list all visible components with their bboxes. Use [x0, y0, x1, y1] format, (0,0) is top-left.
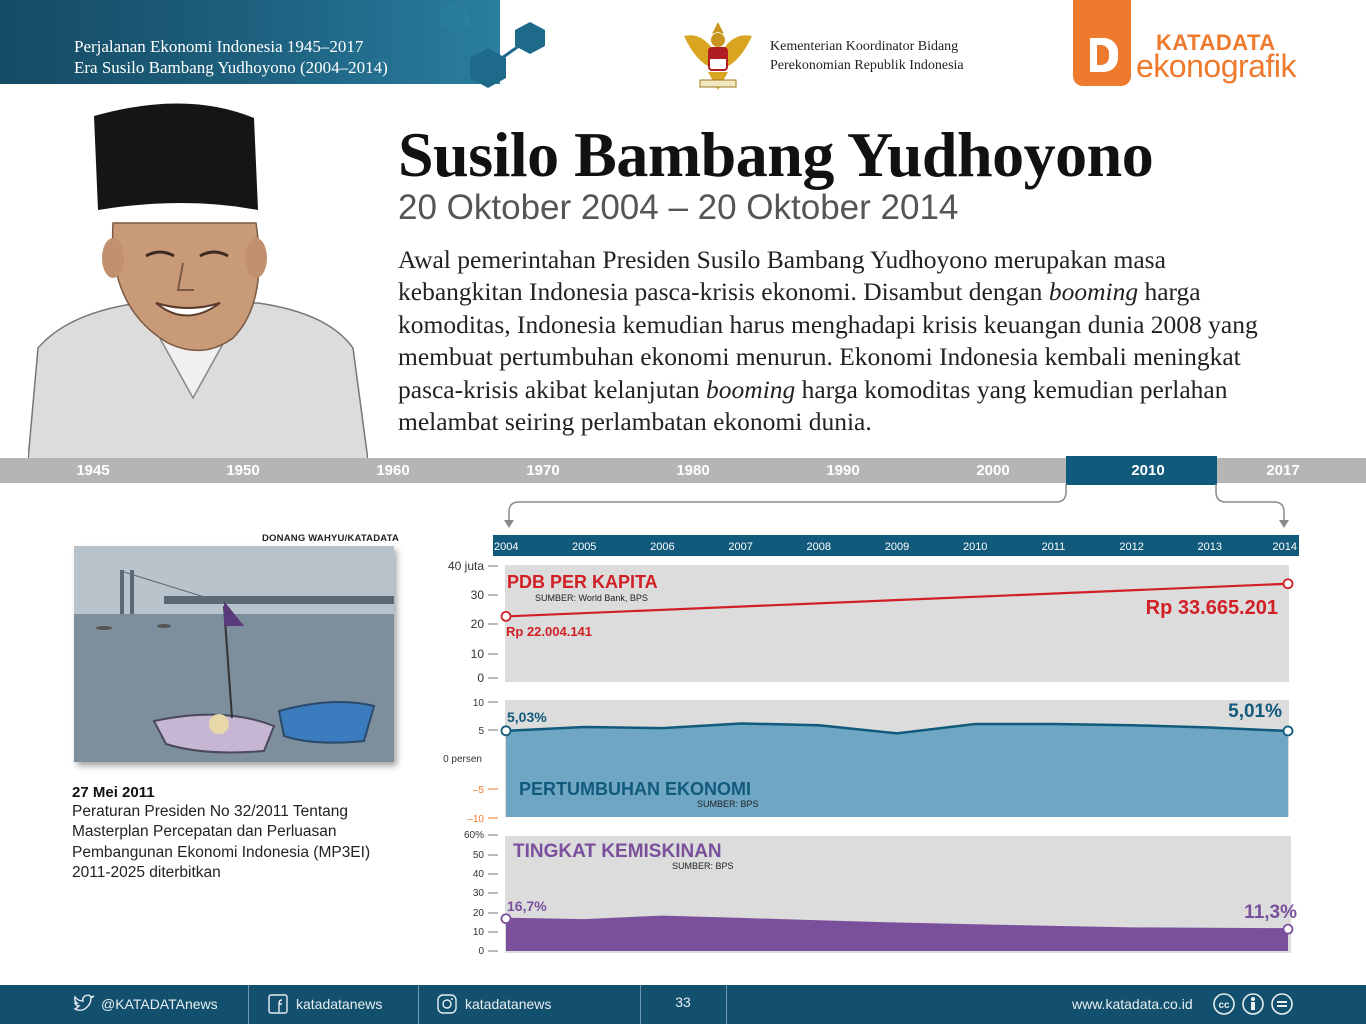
- y-tick: –10: [467, 814, 484, 825]
- twitter-handle[interactable]: @KATADATAnews: [101, 996, 218, 1012]
- creative-commons-icon: cc: [1213, 993, 1293, 1015]
- y-tick: 30: [473, 888, 485, 899]
- president-portrait: [28, 103, 368, 460]
- poverty-chart-source: SUMBER: BPS: [672, 861, 734, 871]
- year-axis-label: 2010: [963, 541, 987, 553]
- poverty-point-start: [500, 913, 512, 925]
- growth-chart-source: SUMBER: BPS: [697, 799, 759, 809]
- year-axis-label: 2008: [807, 541, 831, 553]
- year-axis-label: 2005: [572, 541, 596, 553]
- y-tick: 10: [473, 927, 485, 938]
- facebook-icon[interactable]: [268, 994, 288, 1014]
- twitter-icon[interactable]: [73, 994, 95, 1014]
- page-number: 33: [675, 994, 691, 1010]
- y-tick: 0 persen: [443, 754, 482, 765]
- y-tick: 10: [473, 698, 485, 709]
- economy-charts: 2004 2005 2006 2007 2008 2009 2010 2011 2012 2013…: [443, 535, 1299, 957]
- growth-point-end: [1282, 725, 1294, 737]
- footer-divider: [418, 985, 419, 1024]
- poverty-point-end: [1282, 923, 1294, 935]
- y-tick: 30: [471, 588, 485, 602]
- instagram-icon[interactable]: [437, 994, 457, 1014]
- timeline-year[interactable]: 1960: [353, 458, 433, 483]
- pdb-start-label: Rp 22.004.141: [506, 624, 592, 639]
- pdb-end-label: Rp 33.665.201: [1146, 597, 1278, 619]
- y-tick: –5: [473, 785, 485, 796]
- page-title: Susilo Bambang Yudhoyono: [398, 119, 1154, 190]
- hexagon-decoration: [440, 2, 545, 88]
- svg-text:cc: cc: [1218, 1000, 1230, 1011]
- pdb-point-start: [500, 610, 512, 622]
- term-dates: 20 Oktober 2004 – 20 Oktober 2014: [398, 188, 959, 227]
- series-title: Perjalanan Ekonomi Indonesia 1945–2017: [74, 37, 364, 56]
- year-axis-label: 2012: [1119, 541, 1143, 553]
- facebook-handle[interactable]: katadatanews: [296, 996, 382, 1012]
- year-axis-label: 2011: [1042, 541, 1066, 553]
- series-subtitle: Era Susilo Bambang Yudhoyono (2004–2014): [74, 58, 388, 77]
- photo-credit: DONANG WAHYU/KATADATA: [262, 533, 400, 544]
- y-tick: 0: [477, 671, 484, 685]
- y-tick: 20: [473, 908, 485, 919]
- event-description: Peraturan Presiden No 32/2011 Tentang Ma…: [72, 803, 371, 881]
- timeline-year[interactable]: 1945: [53, 458, 133, 483]
- bridge-photo: [74, 546, 394, 762]
- growth-point-start: [500, 725, 512, 737]
- intro-paragraph: Awal pemerintahan Presiden Susilo Bamban…: [398, 245, 1258, 437]
- y-tick: 10: [471, 647, 485, 661]
- pdb-chart-source: SUMBER: World Bank, BPS: [535, 593, 648, 603]
- year-axis-label: 2007: [728, 541, 752, 553]
- y-tick: 0: [478, 946, 484, 957]
- event-date: 27 Mei 2011: [72, 784, 155, 801]
- year-axis-label: 2009: [885, 541, 909, 553]
- y-tick: 40 juta: [448, 559, 484, 573]
- year-axis-label: 2004: [494, 541, 518, 553]
- y-tick: 50: [473, 850, 485, 861]
- timeline-connector-arrows: [504, 484, 1289, 528]
- timeline-year[interactable]: 1950: [203, 458, 283, 483]
- instagram-handle[interactable]: katadatanews: [465, 996, 551, 1012]
- pdb-chart-title: PDB PER KAPITA: [507, 572, 658, 592]
- year-axis-label: 2006: [650, 541, 674, 553]
- ministry-name-line2: Perekonomian Republik Indonesia: [770, 58, 964, 73]
- y-tick: 60%: [464, 830, 484, 841]
- growth-end-label: 5,01%: [1228, 701, 1282, 722]
- growth-start-label: 5,03%: [507, 709, 547, 725]
- poverty-start-label: 16,7%: [507, 898, 547, 914]
- growth-chart-title: PERTUMBUHAN EKONOMI: [519, 779, 751, 799]
- logo-d-inner: [1097, 45, 1109, 65]
- garuda-emblem-icon: [684, 22, 752, 90]
- pdb-point-end: [1282, 578, 1294, 590]
- footer-divider: [726, 985, 727, 1024]
- year-axis-label: 2013: [1198, 541, 1222, 553]
- website-link[interactable]: www.katadata.co.id: [1072, 996, 1193, 1012]
- y-tick: 20: [471, 617, 485, 631]
- poverty-end-label: 11,3%: [1244, 902, 1297, 923]
- poverty-chart-title: TINGKAT KEMISKINAN: [513, 841, 722, 862]
- y-tick: 40: [473, 869, 485, 880]
- logo-subwordmark: ekonografik: [1136, 48, 1296, 84]
- ministry-name-line1: Kementerian Koordinator Bidang: [770, 39, 959, 54]
- year-axis-label: 2014: [1273, 541, 1297, 553]
- growth-area: [506, 723, 1288, 817]
- footer-divider: [248, 985, 249, 1024]
- y-tick: 5: [478, 726, 484, 737]
